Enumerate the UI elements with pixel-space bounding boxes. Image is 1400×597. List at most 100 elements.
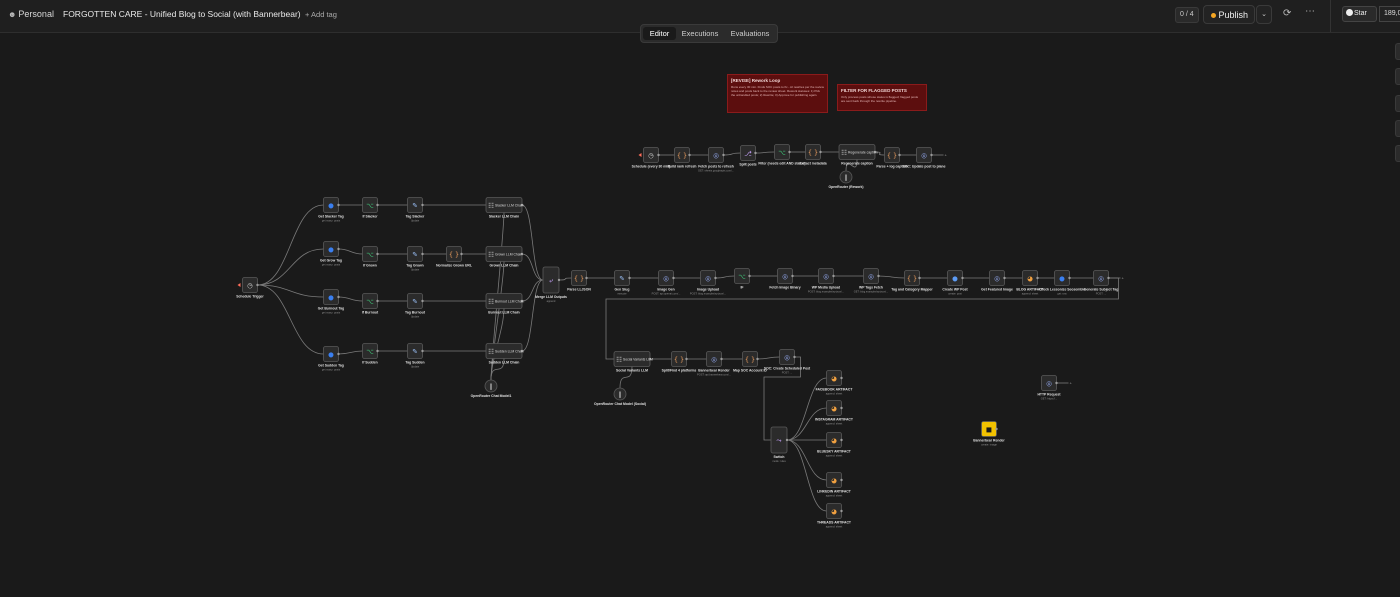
connection-line[interactable] (757, 356, 780, 360)
output-handle[interactable] (748, 274, 751, 278)
node-get-featured[interactable]: ◎ Get Featured Image (981, 270, 1013, 292)
connection-line[interactable] (715, 275, 735, 279)
output-handle[interactable] (421, 252, 424, 256)
output-handle[interactable] (791, 274, 794, 278)
output-handle[interactable] (337, 352, 340, 356)
node-http-request[interactable]: ◎ HTTP RequestGET: https://... (1037, 375, 1061, 401)
output-handle[interactable] (657, 153, 660, 157)
output-handle[interactable] (930, 153, 933, 157)
output-handle[interactable] (672, 276, 675, 280)
output-handle[interactable] (840, 478, 843, 482)
node-th-artifact[interactable]: ◕ THREADS ARTIFACTappend: sheet (817, 503, 852, 529)
output-handle[interactable] (1036, 276, 1039, 280)
node-rw-agent[interactable]: ☷ Regenerate captionRegenerate caption (838, 144, 878, 166)
add-node-plus-icon[interactable]: + (1070, 381, 1073, 386)
output-handle[interactable] (785, 438, 789, 442)
connection-line[interactable] (558, 277, 572, 281)
output-handle[interactable] (714, 276, 717, 280)
node-grow-norm[interactable]: { } Normalize Grown URL (436, 246, 472, 268)
node-tag-slacker[interactable]: ✎ Tag SlackerUpdate (406, 197, 425, 223)
connection-line[interactable] (521, 253, 544, 281)
node-gen-slug[interactable]: ✎ Gen Slugexecute (614, 270, 631, 296)
output-handle[interactable] (756, 357, 759, 361)
node-fetch-img[interactable]: ◎ Fetch Image Binary (769, 268, 801, 290)
connection-line[interactable] (257, 248, 324, 286)
output-handle[interactable] (337, 295, 340, 299)
output-handle[interactable] (722, 153, 725, 157)
output-handle[interactable] (918, 276, 921, 280)
node-tag-cat[interactable]: { } Tag and Category Mapper (891, 270, 933, 292)
connection-line[interactable] (257, 284, 324, 298)
output-handle[interactable] (376, 252, 379, 256)
node-wp-upload[interactable]: ◎ WP Media UploadPOST: blog.example/wp-js… (808, 268, 844, 294)
connection-line[interactable] (338, 248, 363, 255)
output-handle[interactable] (685, 357, 688, 361)
node-tag-burnout[interactable]: ✎ Tag BurnoutUpdate (405, 293, 426, 319)
node-get-grow[interactable]: ● Get Grow Tagget many: posts (320, 241, 342, 267)
output-handle[interactable] (376, 349, 379, 353)
output-handle[interactable] (421, 349, 424, 353)
node-chain-burnout[interactable]: ☷ Burnout LLM ChainBurnout LLM Chain (485, 293, 524, 315)
node-fb-artifact[interactable]: ◕ FACEBOOK ARTIFACTappend: sheet (816, 370, 854, 396)
node-bannerbear[interactable]: ■ Bannerbear Rendercreate: image (973, 421, 1005, 447)
node-parse-json[interactable]: { } Parse LLJSON (567, 270, 591, 292)
output-handle[interactable] (898, 153, 901, 157)
output-handle[interactable] (995, 427, 998, 431)
node-get-slack[interactable]: ● Get Slacker Tagget many: posts (318, 197, 344, 223)
node-gen-tag[interactable]: ◎ Generate Subject TagPOST: ... (1084, 270, 1119, 296)
node-rw-set[interactable]: { } Build rank refresh (667, 147, 697, 169)
output-handle[interactable] (720, 357, 723, 361)
node-chain-grow[interactable]: ☷ Grown LLM ChainGrown LLM Chain (485, 246, 524, 268)
node-rw-model[interactable]: ∥ OpenRouter (Rework) (828, 170, 864, 189)
node-tag-sudden[interactable]: ✎ Tag SuddenUpdate (405, 343, 425, 369)
output-handle[interactable] (840, 406, 843, 410)
output-handle[interactable] (1068, 276, 1071, 280)
node-bs-artifact[interactable]: ◕ BLUESKY ARTIFACTappend: sheet (817, 432, 852, 458)
tab-evaluations[interactable]: Evaluations (726, 27, 774, 40)
node-rw-fetch[interactable]: ◎ Fetch posts to refreshGET: sheets.googl… (698, 147, 734, 173)
output-handle[interactable] (628, 276, 631, 280)
output-handle[interactable] (376, 203, 379, 207)
node-get-burnout[interactable]: ● Get Burnout Tagget many: posts (318, 289, 345, 315)
node-if-grow[interactable]: ⌥ If Grown (362, 246, 379, 268)
output-handle[interactable] (961, 276, 964, 280)
output-handle[interactable] (840, 438, 843, 442)
node-or-social[interactable]: ∥ OpenRouter Chat Model (Social) (594, 387, 646, 406)
node-if-sudden[interactable]: ⌥ If Sudden (362, 343, 379, 365)
node-ig-artifact[interactable]: ◕ INSTAGRAM ARTIFACTappend: sheet (815, 400, 854, 426)
node-chain-sudden[interactable]: ☷ Sudden LLM ChainSudden LLM Chain (485, 343, 524, 365)
node-tag-grow[interactable]: ✎ Tag GrownUpdate (406, 246, 424, 272)
connection-line[interactable] (723, 152, 741, 156)
connection-line[interactable] (786, 407, 827, 441)
node-wp-tags[interactable]: ◎ WP Tags FetchGET: blog.example/wp-json/… (854, 268, 889, 294)
node-rw-split[interactable]: ⎇ Split posts (739, 145, 757, 167)
output-handle[interactable] (1055, 381, 1058, 385)
node-bannerbear-render[interactable]: ◎ Bannerbear RenderPOST: api.bannerbear.c… (697, 351, 731, 377)
node-switch[interactable]: ⤳ Switchmode: rules (770, 426, 789, 463)
output-handle[interactable] (1107, 276, 1110, 280)
node-chain-slacker[interactable]: ☷ Slacker LLM ChainSlacker LLM Chain (485, 197, 524, 219)
tab-executions[interactable]: Executions (678, 27, 722, 40)
output-handle[interactable] (557, 278, 561, 282)
output-handle[interactable] (376, 299, 379, 303)
output-handle[interactable] (337, 203, 340, 207)
node-split-variants[interactable]: { } Split/Find 4 platforms (662, 351, 697, 373)
node-map-soc[interactable]: { } Map SOC Account ID (733, 351, 767, 373)
node-rw-update[interactable]: ◎ SOC: Update post to plane (903, 147, 946, 169)
output-handle[interactable] (840, 509, 843, 513)
add-node-plus-icon[interactable]: + (1122, 276, 1125, 281)
output-handle[interactable] (256, 283, 259, 287)
workflow-canvas[interactable]: + + + ◷ Schedule (every 30 min) { } Build ran… (0, 0, 1400, 597)
tab-editor[interactable]: Editor (643, 27, 676, 40)
node-if-slacker[interactable]: ⌥ If Slacker (362, 197, 379, 219)
output-handle[interactable] (793, 355, 796, 359)
output-handle[interactable] (421, 299, 424, 303)
connection-line[interactable] (338, 296, 363, 302)
node-check-seo[interactable]: ● Check Lessonize Seosembleget: row (1039, 270, 1085, 296)
output-handle[interactable] (421, 203, 424, 207)
connection-line[interactable] (338, 350, 363, 355)
node-merge[interactable]: ⤶ Merge LLM Outputsappend (535, 266, 567, 303)
connection-line[interactable] (755, 151, 775, 154)
node-or-chain[interactable]: ∥ OpenRouter Chat Model1 (471, 379, 512, 398)
output-handle[interactable] (877, 274, 880, 278)
